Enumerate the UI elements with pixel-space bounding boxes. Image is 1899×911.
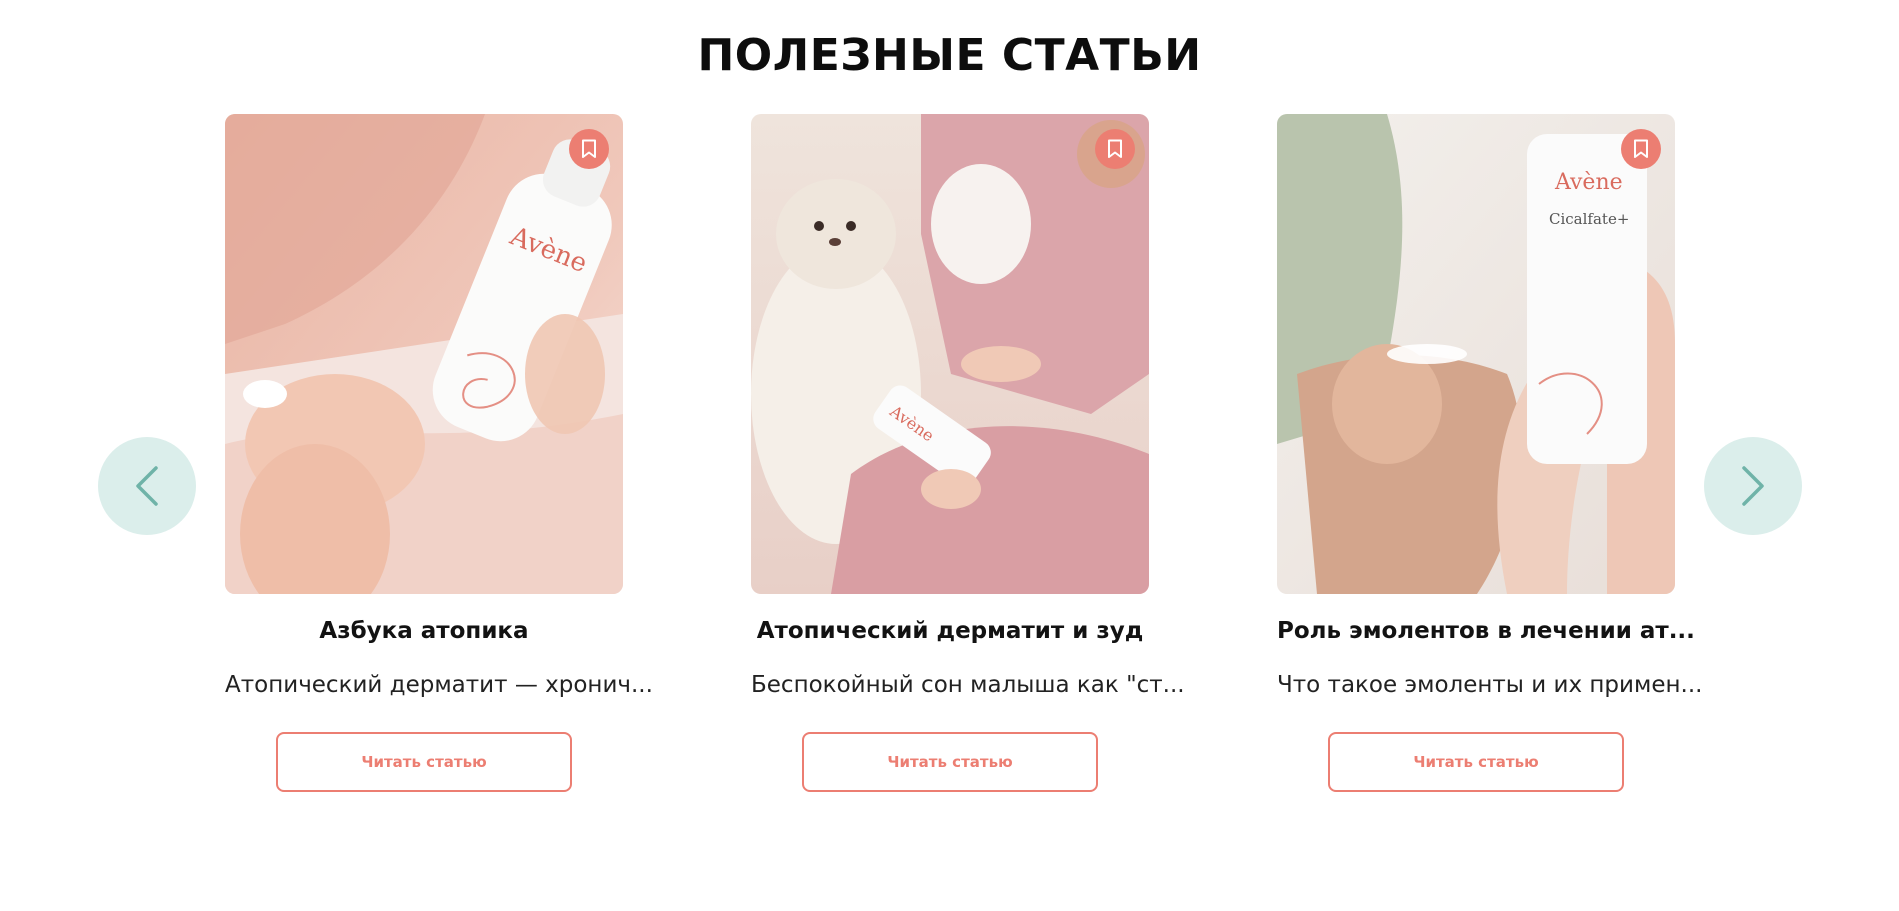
article-card: Avène Cicalfate+ Роль эмолентов в лечени…: [1277, 114, 1703, 792]
article-excerpt: Что такое эмоленты и их примен...: [1277, 672, 1703, 698]
chevron-right-icon: [1742, 466, 1764, 506]
read-article-button[interactable]: Читать статью: [802, 732, 1098, 792]
carousel-next-button[interactable]: [1704, 437, 1802, 535]
read-article-button[interactable]: Читать статью: [276, 732, 572, 792]
article-image[interactable]: Avène Cicalfate+: [1277, 114, 1675, 594]
articles-section: ПОЛЕЗНЫЕ СТАТЬИ Avène Азбука атопика Ато…: [0, 0, 1899, 911]
article-excerpt: Атопический дерматит — хронич...: [225, 672, 653, 698]
svg-text:Cicalfate+: Cicalfate+: [1549, 210, 1629, 228]
article-card: Avène Атопический дерматит и зуд Беспоко…: [751, 114, 1185, 792]
bookmark-button[interactable]: [1095, 129, 1135, 169]
article-card: Avène Азбука атопика Атопический дермати…: [225, 114, 653, 792]
bookmark-icon: [582, 139, 596, 158]
section-title: ПОЛЕЗНЫЕ СТАТЬИ: [697, 30, 1202, 81]
bookmark-button[interactable]: [569, 129, 609, 169]
article-title[interactable]: Атопический дерматит и зуд: [751, 618, 1149, 644]
article-image[interactable]: Avène: [225, 114, 623, 594]
article-photo: Avène Cicalfate+: [1277, 114, 1675, 594]
bookmark-icon: [1108, 139, 1122, 158]
article-photo: Avène: [225, 114, 623, 594]
carousel-prev-button[interactable]: [98, 437, 196, 535]
article-photo: Avène: [751, 114, 1149, 594]
svg-text:Avène: Avène: [1554, 170, 1623, 195]
article-title[interactable]: Роль эмолентов в лечении ат...: [1277, 618, 1695, 644]
read-article-button[interactable]: Читать статью: [1328, 732, 1624, 792]
article-image[interactable]: Avène: [751, 114, 1149, 594]
article-title[interactable]: Азбука атопика: [225, 618, 623, 644]
bookmark-icon: [1634, 139, 1648, 158]
article-excerpt: Беспокойный сон малыша как "ст...: [751, 672, 1185, 698]
chevron-left-icon: [136, 466, 158, 506]
bookmark-button[interactable]: [1621, 129, 1661, 169]
